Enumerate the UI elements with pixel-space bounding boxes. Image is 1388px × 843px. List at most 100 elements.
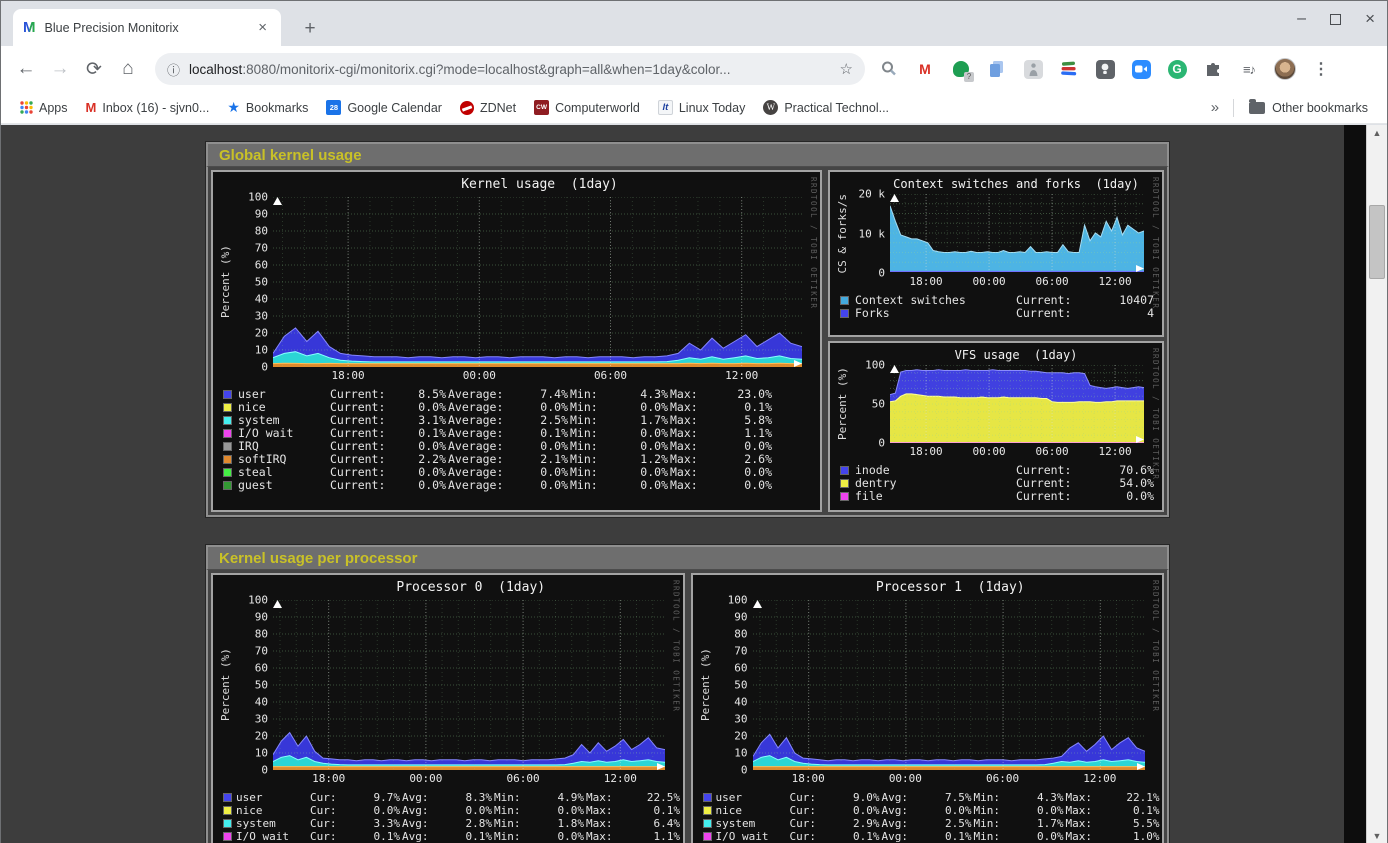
legend-stat-label: Avg: xyxy=(882,817,930,830)
y-tick-label: 50 xyxy=(255,679,268,692)
kernel-usage-plot[interactable] xyxy=(273,197,802,367)
legend-row: stealCurrent:0.0%Average:0.0%Min:0.0%Max… xyxy=(223,466,814,479)
bookmark-google-calendar[interactable]: 28 Google Calendar xyxy=(326,100,442,115)
scrollbar-thumb[interactable] xyxy=(1369,205,1385,279)
page-scrollbar[interactable]: ▲ ▼ xyxy=(1366,125,1387,843)
legend-stat-value: 0.0% xyxy=(930,804,974,817)
legend-stat-label: Average: xyxy=(448,479,522,492)
bookmark-bookmarks[interactable]: ★ Bookmarks xyxy=(227,99,308,116)
home-button[interactable]: ⌂ xyxy=(111,58,145,80)
legend-series-name: I/O wait xyxy=(236,830,310,843)
copy-pages-extension-icon[interactable] xyxy=(986,58,1008,80)
page-info-icon[interactable]: ⓘ xyxy=(167,60,180,79)
profile-avatar[interactable] xyxy=(1274,58,1296,80)
legend-series-name: system xyxy=(716,817,790,830)
grammarly-extension-icon[interactable]: G xyxy=(1166,58,1188,80)
new-tab-button[interactable]: + xyxy=(297,18,323,40)
x-axis-ticks: 18:0000:0006:0012:00 xyxy=(273,367,802,382)
bookmark-computerworld[interactable]: CW Computerworld xyxy=(534,100,640,115)
legend-swatch xyxy=(703,806,712,815)
y-axis-label: CS & forks/s xyxy=(836,194,854,273)
gmail-extension-icon[interactable]: M xyxy=(914,58,936,80)
legend-stat-value: 9.7% xyxy=(358,791,402,804)
y-tick-label: 20 xyxy=(734,730,747,743)
graph-title: Kernel usage (1day) xyxy=(219,177,814,197)
y-tick-label: 40 xyxy=(255,293,268,306)
tab-strip: MM Blue Precision Monitorix × + – × xyxy=(1,1,1387,46)
reload-button[interactable]: ⟳ xyxy=(77,58,111,81)
extensions-puzzle-icon[interactable] xyxy=(1202,58,1224,80)
y-tick-label: 10 xyxy=(734,747,747,760)
bookmark-inbox[interactable]: M Inbox (16) - sjvn0... xyxy=(86,100,210,115)
legend-stat-value: 7.5% xyxy=(930,791,974,804)
apps-shortcut[interactable]: Apps xyxy=(20,101,68,115)
tab-close-button[interactable]: × xyxy=(254,19,271,36)
processor-0-graph[interactable]: Processor 0 (1day) RRDTOOL / TOBI OETIKE… xyxy=(211,573,685,843)
section-kernel-usage-per-processor: Kernel usage per processor Processor 0 (… xyxy=(206,545,1169,843)
bookmark-star-button[interactable]: ☆ xyxy=(840,60,853,78)
vfs-usage-graph[interactable]: VFS usage (1day) RRDTOOL / TOBI OETIKER … xyxy=(828,341,1164,512)
x-tick-label: 18:00 xyxy=(792,772,825,785)
legend-stat-label: Cur: xyxy=(310,817,358,830)
bookmark-practical-tech[interactable]: W Practical Technol... xyxy=(763,100,889,115)
forward-button[interactable]: → xyxy=(43,58,77,80)
legend-stat-value: 0.0% xyxy=(722,479,774,492)
legend-stat-label: Max: xyxy=(1066,817,1114,830)
legend-swatch xyxy=(703,793,712,802)
wordpress-icon: W xyxy=(763,100,778,115)
y-axis-ticks: 0102030405060708090100 xyxy=(237,197,273,367)
url-path: :8080/monitorix-cgi/monitorix.cgi?mode=l… xyxy=(242,62,831,77)
bookmarks-overflow-chevron[interactable]: » xyxy=(1211,99,1219,116)
legend-stat-label: Avg: xyxy=(882,791,930,804)
bookmark-zdnet[interactable]: ZDNet xyxy=(460,101,516,115)
chat-extension-icon[interactable]: ? xyxy=(950,58,972,80)
x-tick-label: 06:00 xyxy=(1035,445,1068,458)
legend-stat-value: 2.8% xyxy=(450,817,494,830)
legend-stat-value: 8.3% xyxy=(450,791,494,804)
vfs-usage-plot[interactable] xyxy=(890,365,1144,443)
legend-stat-value: 1.1% xyxy=(634,830,682,843)
zoom-extension-icon[interactable] xyxy=(1130,58,1152,80)
legend-stat-label: Cur: xyxy=(310,791,358,804)
legend-swatch xyxy=(223,832,232,841)
legend-stat-value: 4.3% xyxy=(1022,791,1066,804)
bookmark-linux-today[interactable]: lt Linux Today xyxy=(658,100,746,115)
legend-swatch xyxy=(840,492,849,501)
legend-row: IRQCurrent:0.0%Average:0.0%Min:0.0%Max:0… xyxy=(223,440,814,453)
legend-row: systemCur:2.9%Avg:2.5%Min:1.7%Max:5.5% xyxy=(703,817,1157,830)
processor-0-plot[interactable] xyxy=(273,600,665,770)
y-tick-label: 80 xyxy=(734,628,747,641)
x-axis-ticks: 18:0000:0006:0012:00 xyxy=(273,770,665,785)
scrollbar-up-arrow[interactable]: ▲ xyxy=(1367,125,1387,141)
books-extension-icon[interactable] xyxy=(1058,58,1080,80)
browser-menu-button[interactable]: ⋮ xyxy=(1310,58,1332,80)
accessibility-extension-icon[interactable] xyxy=(1022,58,1044,80)
context-switches-plot[interactable] xyxy=(890,194,1144,272)
processor-1-plot[interactable] xyxy=(753,600,1145,770)
y-tick-label: 60 xyxy=(255,662,268,675)
back-button[interactable]: ← xyxy=(9,58,43,80)
address-bar[interactable]: ⓘ localhost :8080/monitorix-cgi/monitori… xyxy=(155,53,865,85)
search-extension-icon[interactable] xyxy=(878,58,900,80)
window-close-button[interactable]: × xyxy=(1365,13,1375,25)
scrollbar-down-arrow[interactable]: ▼ xyxy=(1367,828,1387,843)
context-switches-graph[interactable]: Context switches and forks (1day) RRDTOO… xyxy=(828,170,1164,337)
lamp-extension-icon[interactable] xyxy=(1094,58,1116,80)
other-bookmarks-folder[interactable]: Other bookmarks xyxy=(1249,101,1368,115)
legend-row: fileCurrent:0.0% xyxy=(840,490,1156,503)
legend-series-name: file xyxy=(855,490,1016,503)
window-maximize-button[interactable] xyxy=(1330,14,1341,25)
legend-row: userCur:9.7%Avg:8.3%Min:4.9%Max:22.5% xyxy=(223,791,677,804)
legend-stat-label: Max: xyxy=(1066,804,1114,817)
window-minimize-button[interactable]: – xyxy=(1297,14,1306,24)
legend-stat-value: 0.0% xyxy=(400,479,448,492)
processor-1-graph[interactable]: Processor 1 (1day) RRDTOOL / TOBI OETIKE… xyxy=(691,573,1165,843)
legend-stat-value: 22.5% xyxy=(634,791,682,804)
browser-tab[interactable]: MM Blue Precision Monitorix × xyxy=(13,9,281,46)
kernel-usage-graph[interactable]: Kernel usage (1day) RRDTOOL / TOBI OETIK… xyxy=(211,170,822,512)
y-tick-label: 100 xyxy=(728,594,748,607)
legend-stat-value: 2.5% xyxy=(930,817,974,830)
playlist-extension-icon[interactable]: ≡♪ xyxy=(1238,58,1260,80)
legend-swatch xyxy=(223,819,232,828)
rrdtool-watermark: RRDTOOL / TOBI OETIKER xyxy=(672,580,681,712)
